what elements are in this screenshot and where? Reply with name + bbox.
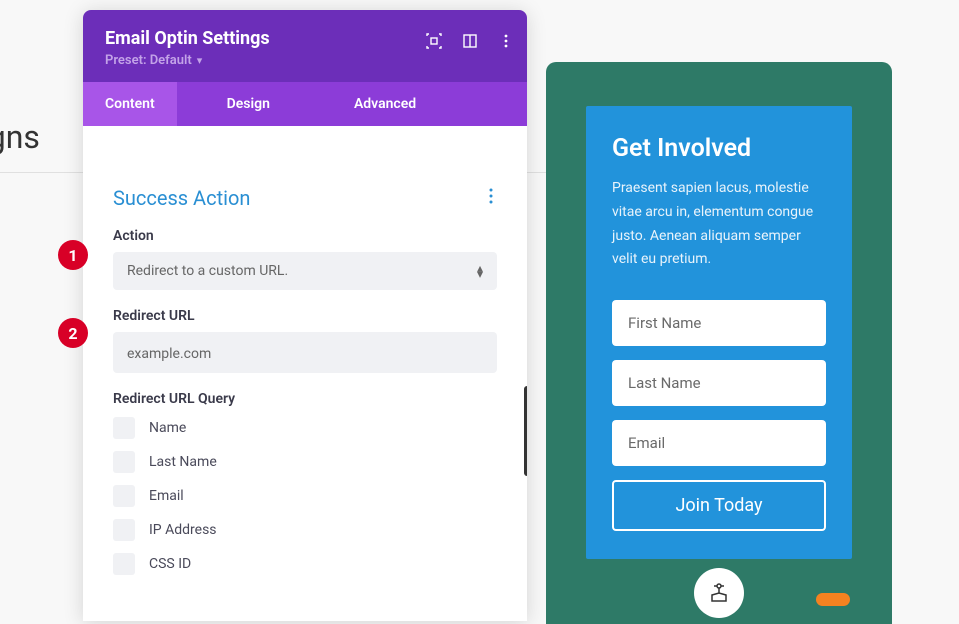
section-header: Success Action [83,166,527,228]
callout-2: 2 [58,318,88,348]
email-input[interactable]: Email [612,420,826,466]
query-option-ip: IP Address [113,519,497,541]
column-icon[interactable] [461,32,479,50]
page-heading-fragment: igns [0,118,40,156]
redirect-url-label: Redirect URL [113,308,497,324]
checkbox-lastname[interactable] [113,451,135,473]
query-option-lastname: Last Name [113,451,497,473]
checkbox-cssid[interactable] [113,553,135,575]
scrollbar[interactable] [524,386,527,476]
submit-button[interactable]: Join Today [612,480,826,531]
last-name-input[interactable]: Last Name [612,360,826,406]
checkbox-label: Email [149,488,184,504]
optin-card: Get Involved Praesent sapien lacus, mole… [586,106,852,559]
section-title: Success Action [113,186,250,210]
field-query: Redirect URL Query [83,391,527,407]
query-option-cssid: CSS ID [113,553,497,575]
checkbox-label: Name [149,420,186,436]
query-label: Redirect URL Query [113,391,497,407]
more-vertical-icon[interactable] [497,32,515,50]
module-icon[interactable] [694,568,744,618]
action-select-value: Redirect to a custom URL. [127,263,288,279]
callout-1: 1 [58,240,88,270]
field-action: Action Redirect to a custom URL. ▴▾ [83,228,527,290]
field-redirect-url: Redirect URL example.com [83,308,527,373]
expand-icon[interactable] [425,32,443,50]
checkbox-ip[interactable] [113,519,135,541]
optin-description: Praesent sapien lacus, molestie vitae ar… [612,177,826,272]
field-action-label: Action [113,228,497,244]
panel-body: Success Action Action Redirect to a cust… [83,126,527,621]
action-select[interactable]: Redirect to a custom URL. ▴▾ [113,252,497,290]
tab-design[interactable]: Design [205,82,292,126]
first-name-input[interactable]: First Name [612,300,826,346]
panel-header-actions [425,32,515,50]
preset-label: Preset: Default [105,53,192,68]
redirect-url-input[interactable]: example.com [113,332,497,373]
tab-content[interactable]: Content [83,82,177,126]
preview-pane: Get Involved Praesent sapien lacus, mole… [546,62,892,624]
query-options: Name Last Name Email IP Address CSS ID [83,417,527,575]
orange-pill[interactable] [816,593,850,606]
settings-panel: Email Optin Settings Preset: Default ▾ C… [83,10,527,621]
caret-down-icon: ▾ [197,54,203,67]
select-caret-icon: ▴▾ [477,265,483,277]
query-option-email: Email [113,485,497,507]
optin-title: Get Involved [612,134,826,163]
checkbox-name[interactable] [113,417,135,439]
section-menu-icon[interactable] [489,188,497,209]
redirect-url-value: example.com [127,346,211,362]
checkbox-label: Last Name [149,454,217,470]
checkbox-label: CSS ID [149,556,191,572]
preset-selector[interactable]: Preset: Default ▾ [105,53,507,68]
tab-advanced[interactable]: Advanced [332,82,438,126]
checkbox-label: IP Address [149,522,217,538]
tabs: Content Design Advanced [83,82,527,126]
checkbox-email[interactable] [113,485,135,507]
query-option-name: Name [113,417,497,439]
panel-header: Email Optin Settings Preset: Default ▾ [83,10,527,82]
